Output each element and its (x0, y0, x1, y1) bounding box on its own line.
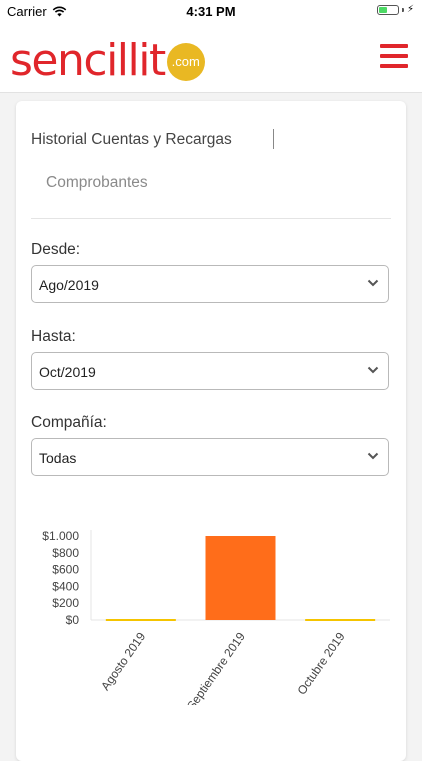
y-tick-label: $800 (52, 546, 79, 560)
app-header: sencillit .com (0, 22, 422, 93)
bar (205, 536, 276, 620)
compania-value: Todas (39, 450, 77, 466)
bar (105, 619, 176, 621)
y-tick-label: $0 (66, 613, 80, 627)
status-right: ⚡ (376, 4, 414, 15)
x-tick-label: Agosto 2019 (98, 629, 148, 692)
compania-select[interactable]: Todas (31, 438, 389, 476)
tab-separator (273, 129, 274, 149)
compania-label: Compañía: (31, 414, 107, 431)
logo-com-badge: .com (166, 43, 205, 81)
charging-icon: ⚡ (406, 4, 414, 15)
x-tick-label: Octubre 2019 (294, 629, 347, 697)
hasta-value: Oct/2019 (39, 364, 96, 380)
desde-select[interactable]: Ago/2019 (31, 265, 389, 303)
hasta-select[interactable]: Oct/2019 (31, 352, 389, 390)
chevron-down-icon (367, 452, 379, 460)
chevron-down-icon (367, 366, 379, 374)
battery-icon (376, 4, 399, 15)
y-tick-label: $400 (52, 579, 79, 593)
tab-historial-cuentas[interactable]: Historial Cuentas y Recargas (31, 131, 232, 149)
chevron-down-icon (367, 279, 379, 287)
bar (305, 619, 376, 621)
recharge-bar-chart: $0 $200 $400 $600 $800 $1.000 Agosto 2019 Septi… (42, 529, 390, 705)
battery-tip (401, 7, 404, 12)
y-tick-label: $600 (52, 563, 79, 577)
hasta-label: Hasta: (31, 328, 76, 345)
tab-comprobantes[interactable]: Comprobantes (46, 174, 148, 192)
y-tick-label: $1.000 (42, 529, 79, 543)
tabs-divider (31, 218, 391, 219)
status-bar: Carrier 4:31 PM ⚡ (0, 0, 422, 22)
logo-text: sencillit (10, 35, 166, 86)
hamburger-menu-icon[interactable] (380, 44, 408, 68)
status-time: 4:31 PM (186, 4, 236, 19)
desde-value: Ago/2019 (39, 277, 99, 293)
desde-label: Desde: (31, 241, 81, 258)
x-tick-label: Septiembre 2019 (184, 629, 248, 705)
y-tick-label: $200 (52, 596, 79, 610)
sencillito-logo[interactable]: sencillit .com (10, 39, 205, 83)
